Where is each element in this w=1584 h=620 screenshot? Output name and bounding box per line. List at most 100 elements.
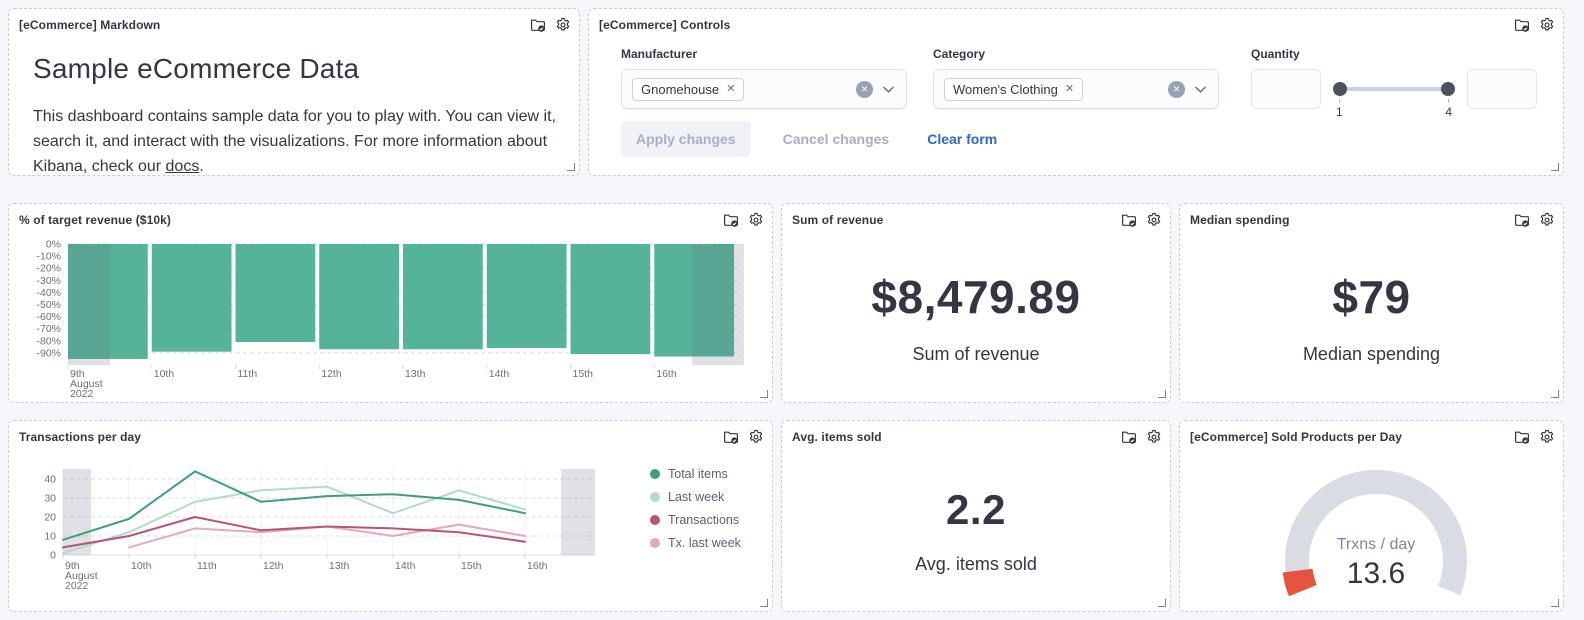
panel-title[interactable]: Avg. items sold xyxy=(792,430,882,444)
category-selected-pill[interactable]: Women's Clothing ✕ xyxy=(944,77,1084,101)
svg-text:11th: 11th xyxy=(197,560,217,572)
resize-handle[interactable] xyxy=(1551,390,1559,398)
clear-form-button[interactable]: Clear form xyxy=(921,130,1003,148)
target-revenue-panel: % of target revenue ($10k) 0% -10% -20% -30… xyxy=(8,203,773,403)
chevron-down-icon[interactable] xyxy=(881,82,896,97)
svg-text:-50%: -50% xyxy=(36,299,61,311)
panel-title[interactable]: [eCommerce] Controls xyxy=(599,18,730,32)
cross-circle-icon[interactable]: ✕ xyxy=(1168,80,1185,98)
controls-buttons: Apply changes Cancel changes Clear form xyxy=(621,121,1003,157)
svg-text:Trxns / day: Trxns / day xyxy=(1337,536,1416,553)
gear-icon[interactable] xyxy=(555,17,571,33)
manufacturer-selected-pill[interactable]: Gnomehouse ✕ xyxy=(632,77,745,101)
cross-circle-icon[interactable]: ✕ xyxy=(856,80,873,98)
sold-products-panel: [eCommerce] Sold Products per Day Trxns … xyxy=(1179,420,1564,612)
slider-handle-max[interactable] xyxy=(1441,82,1455,96)
svg-text:40: 40 xyxy=(44,474,56,486)
svg-text:-40%: -40% xyxy=(36,287,61,299)
svg-text:0: 0 xyxy=(50,550,56,562)
metric-value: $79 xyxy=(1332,270,1411,323)
slider-min-label: 1 xyxy=(1336,105,1343,119)
resize-handle[interactable] xyxy=(1158,599,1166,607)
folder-check-icon[interactable] xyxy=(530,17,546,33)
gear-icon[interactable] xyxy=(748,212,764,228)
legend-item[interactable]: Last week xyxy=(650,490,741,504)
gear-icon[interactable] xyxy=(748,429,764,445)
svg-text:10: 10 xyxy=(44,531,56,543)
svg-text:0%: 0% xyxy=(46,239,61,251)
markdown-text-suffix: . xyxy=(199,157,204,175)
legend-dot xyxy=(650,538,660,548)
resize-handle[interactable] xyxy=(760,599,768,607)
slider-track[interactable] xyxy=(1333,87,1455,91)
gear-icon[interactable] xyxy=(1539,17,1555,33)
panel-title[interactable]: % of target revenue ($10k) xyxy=(19,213,171,227)
sold-products-gauge[interactable]: Trxns / day 13.6 xyxy=(1184,449,1559,611)
svg-text:11th: 11th xyxy=(238,368,258,380)
cancel-changes-button[interactable]: Cancel changes xyxy=(777,130,896,148)
cross-icon[interactable]: ✕ xyxy=(726,83,735,95)
resize-handle[interactable] xyxy=(567,163,575,171)
folder-check-icon[interactable] xyxy=(723,212,739,228)
category-combobox[interactable]: Women's Clothing ✕ ✕ xyxy=(933,69,1219,109)
category-control: Category Women's Clothing ✕ ✕ xyxy=(933,47,1219,127)
resize-handle[interactable] xyxy=(1551,599,1559,607)
markdown-text: This dashboard contains sample data for … xyxy=(33,108,556,175)
svg-text:-30%: -30% xyxy=(36,275,61,287)
panel-actions xyxy=(1121,429,1162,445)
folder-check-icon[interactable] xyxy=(723,429,739,445)
panel-title[interactable]: [eCommerce] Sold Products per Day xyxy=(1190,430,1402,444)
resize-handle[interactable] xyxy=(760,390,768,398)
gear-icon[interactable] xyxy=(1539,212,1555,228)
svg-text:30: 30 xyxy=(44,493,56,505)
folder-check-icon[interactable] xyxy=(1514,212,1530,228)
legend-label: Transactions xyxy=(668,513,740,527)
panel-header: [eCommerce] Markdown xyxy=(9,9,579,37)
panel-header: Transactions per day xyxy=(9,421,772,449)
quantity-range-slider[interactable]: 1 4 xyxy=(1333,75,1455,127)
panel-title[interactable]: Median spending xyxy=(1190,213,1290,227)
legend-item[interactable]: Tx. last week xyxy=(650,536,741,550)
panel-actions xyxy=(1514,212,1555,228)
panel-actions xyxy=(723,212,764,228)
folder-check-icon[interactable] xyxy=(1121,212,1137,228)
gear-icon[interactable] xyxy=(1146,212,1162,228)
target-revenue-bar-chart[interactable]: 0% -10% -20% -30% -40% -50% -60% -70% -80% -90% 9t… xyxy=(13,232,768,402)
legend-label: Total items xyxy=(668,467,728,481)
markdown-heading: Sample eCommerce Data xyxy=(33,53,360,84)
svg-text:2022: 2022 xyxy=(65,580,89,592)
metric-value: 2.2 xyxy=(946,485,1006,533)
panel-title[interactable]: Transactions per day xyxy=(19,430,141,444)
panel-title[interactable]: Sum of revenue xyxy=(792,213,883,227)
cross-icon[interactable]: ✕ xyxy=(1065,83,1074,95)
svg-text:-80%: -80% xyxy=(36,335,61,347)
apply-changes-button[interactable]: Apply changes xyxy=(621,121,751,157)
resize-handle[interactable] xyxy=(1551,163,1559,171)
controls-row: Manufacturer Gnomehouse ✕ ✕ Category Wom… xyxy=(621,47,1543,127)
gear-icon[interactable] xyxy=(1539,429,1555,445)
quantity-min-input[interactable] xyxy=(1251,69,1321,109)
folder-check-icon[interactable] xyxy=(1514,17,1530,33)
folder-check-icon[interactable] xyxy=(1121,429,1137,445)
manufacturer-combobox[interactable]: Gnomehouse ✕ ✕ xyxy=(621,69,907,109)
quantity-max-input[interactable] xyxy=(1467,69,1537,109)
slider-handle-min[interactable] xyxy=(1333,82,1347,96)
gear-icon[interactable] xyxy=(1146,429,1162,445)
panel-actions xyxy=(1121,212,1162,228)
panel-header: [eCommerce] Sold Products per Day xyxy=(1180,421,1563,449)
legend-item[interactable]: Transactions xyxy=(650,513,741,527)
panel-header: [eCommerce] Controls xyxy=(589,9,1563,37)
docs-link[interactable]: docs xyxy=(166,158,200,175)
folder-check-icon[interactable] xyxy=(1514,429,1530,445)
chevron-down-icon[interactable] xyxy=(1193,82,1208,97)
legend-label: Last week xyxy=(668,490,725,504)
slider-tick xyxy=(1448,99,1449,103)
metric-value: $8,479.89 xyxy=(871,270,1081,323)
transactions-panel: Transactions per day 0 10 20 30 40 9th August 2… xyxy=(8,420,773,612)
metric-display: $8,479.89 Sum of revenue xyxy=(782,232,1170,402)
quantity-control: Quantity 1 4 xyxy=(1251,47,1537,127)
category-selected-value: Women's Clothing xyxy=(953,81,1058,97)
panel-title[interactable]: [eCommerce] Markdown xyxy=(19,18,160,32)
resize-handle[interactable] xyxy=(1158,390,1166,398)
legend-item[interactable]: Total items xyxy=(650,467,741,481)
